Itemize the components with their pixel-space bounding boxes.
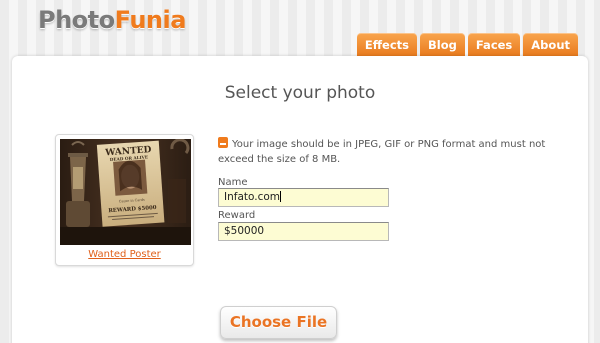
text-cursor bbox=[280, 191, 282, 202]
choose-file-button[interactable]: Choose File bbox=[220, 306, 337, 339]
reward-field[interactable]: $50000 bbox=[218, 222, 389, 241]
name-label: Name bbox=[218, 177, 248, 188]
main-panel: Select your photo WANTED DEAD OR ALIVE C… bbox=[12, 56, 588, 343]
wanted-poster-image: WANTED DEAD OR ALIVE Cause in Cards REWA… bbox=[60, 139, 191, 245]
reward-label: Reward bbox=[218, 210, 256, 221]
effect-thumbnail-card[interactable]: WANTED DEAD OR ALIVE Cause in Cards REWA… bbox=[55, 134, 194, 266]
top-nav: Effects Blog Faces About bbox=[356, 33, 578, 57]
format-info: Your image should be in JPEG, GIF or PNG… bbox=[218, 137, 568, 167]
nav-tab-effects[interactable]: Effects bbox=[356, 33, 418, 57]
logo-photo-text: Photo bbox=[38, 6, 115, 34]
reward-field-value: $50000 bbox=[224, 225, 265, 237]
photofunia-logo[interactable]: PhotoFunia bbox=[38, 6, 186, 34]
nav-tab-blog[interactable]: Blog bbox=[420, 33, 465, 57]
wanted-poster-link[interactable]: Wanted Poster bbox=[56, 249, 193, 260]
logo-funia-text: Funia bbox=[114, 6, 187, 34]
page-title: Select your photo bbox=[224, 83, 376, 103]
name-field-value: Infato.com bbox=[224, 191, 281, 203]
name-field[interactable]: Infato.com bbox=[218, 188, 389, 207]
nav-tab-about[interactable]: About bbox=[523, 33, 578, 57]
nav-tab-faces[interactable]: Faces bbox=[467, 33, 521, 57]
image-icon bbox=[218, 137, 228, 148]
wanted-poster-thumbnail[interactable]: WANTED DEAD OR ALIVE Cause in Cards REWA… bbox=[60, 139, 191, 245]
format-info-text: Your image should be in JPEG, GIF or PNG… bbox=[218, 139, 546, 165]
